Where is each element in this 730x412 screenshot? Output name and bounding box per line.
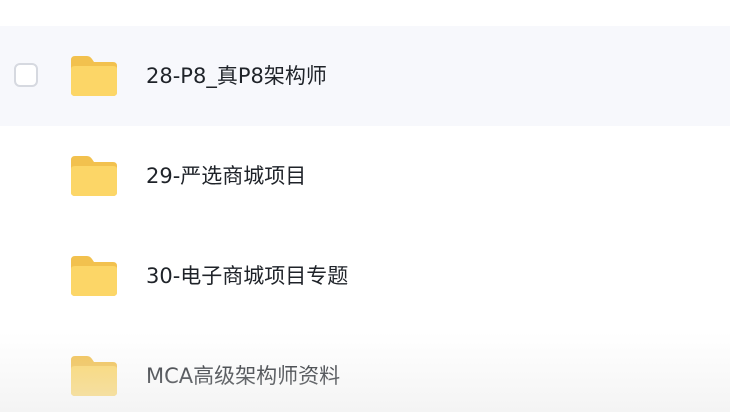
folder-icon	[68, 354, 120, 398]
select-checkbox[interactable]	[14, 63, 38, 87]
folder-icon	[68, 154, 120, 198]
folder-icon	[68, 54, 120, 98]
file-row[interactable]: 28-P8_真P8架构师	[0, 26, 730, 126]
file-list: 28-P8_真P8架构师 29-严选商城项目 30-电子商城项目专题 MCA高级…	[0, 0, 730, 412]
file-name[interactable]: MCA高级架构师资料	[146, 362, 340, 390]
file-row[interactable]: 29-严选商城项目	[0, 126, 730, 226]
file-name[interactable]: 29-严选商城项目	[146, 162, 306, 190]
file-name[interactable]: 28-P8_真P8架构师	[146, 62, 327, 90]
file-name[interactable]: 30-电子商城项目专题	[146, 262, 348, 290]
folder-icon	[68, 254, 120, 298]
file-row[interactable]: 30-电子商城项目专题	[0, 226, 730, 326]
file-row[interactable]: MCA高级架构师资料	[0, 326, 730, 412]
